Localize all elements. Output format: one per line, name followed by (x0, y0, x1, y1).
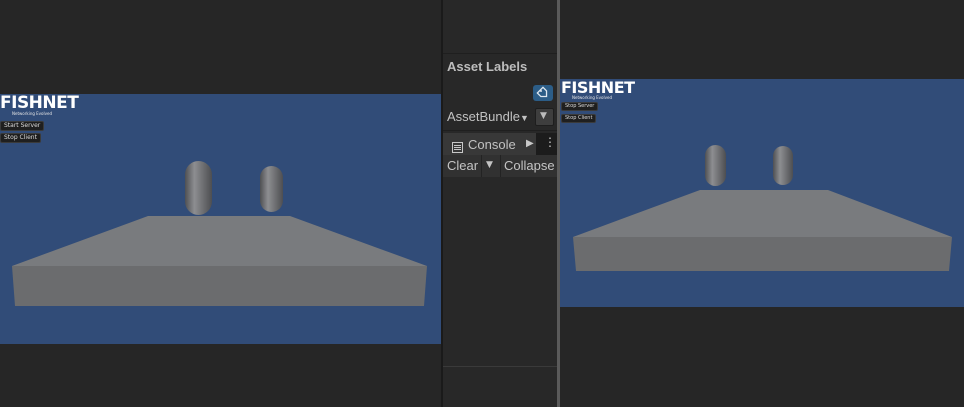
logo-tagline: Networking Evolved (12, 111, 52, 116)
tag-icon[interactable] (533, 85, 553, 101)
right-top-bar (560, 0, 964, 79)
stop-client-button[interactable]: Stop Client (561, 114, 597, 123)
player-capsule (773, 146, 793, 185)
start-server-button[interactable]: Start Server (0, 121, 45, 131)
player-capsule (260, 166, 283, 212)
clear-button[interactable]: Clear (447, 158, 478, 173)
platform-front (573, 237, 952, 271)
stop-client-button[interactable]: Stop Client (0, 133, 41, 143)
header-separator (443, 53, 557, 54)
right-scene (573, 145, 952, 271)
tab-menu-button[interactable]: ⋮ (536, 133, 557, 155)
right-game-view[interactable]: FISHNET Networking Evolved Stop Server S… (560, 79, 964, 307)
clear-options-chevron[interactable]: ▼ (481, 155, 501, 177)
console-icon (452, 138, 463, 153)
console-log-area (443, 177, 557, 365)
more-vertical-icon: ⋮ (544, 135, 556, 149)
inspector-panel: Asset Labels AssetBundle▼ ▼ Console ▶ ⋮ … (443, 0, 557, 407)
asset-bundle-dropdown[interactable]: AssetBundle▼ (447, 109, 529, 124)
section-separator (443, 130, 557, 131)
chevron-down-icon: ▼ (486, 160, 493, 170)
console-bottom-separator (443, 366, 557, 367)
right-bottom-bar (560, 307, 964, 407)
chevron-down-icon: ▼ (520, 113, 529, 123)
left-top-bar (0, 0, 441, 94)
left-game-view[interactable]: FISHNET Networking Evolved Start Server … (0, 94, 441, 344)
stop-server-button[interactable]: Stop Server (561, 102, 599, 111)
asset-variant-dropdown-button[interactable]: ▼ (535, 108, 554, 126)
left-scene (12, 161, 427, 306)
platform-front (12, 266, 427, 306)
chevron-down-icon: ▼ (540, 111, 547, 121)
fishnet-logo: FISHNET (0, 94, 79, 113)
console-tab-label: Console (468, 137, 516, 152)
logo-tagline: Networking Evolved (572, 95, 612, 100)
asset-bundle-label: AssetBundle (447, 109, 520, 124)
platform-top (12, 216, 427, 266)
play-arrow-icon[interactable]: ▶ (526, 138, 534, 149)
tab-console[interactable]: Console ▶ (443, 133, 536, 155)
left-bottom-bar (0, 344, 441, 407)
fishnet-logo: FISHNET (561, 79, 635, 97)
player-capsule (705, 145, 726, 186)
platform-top (573, 190, 952, 237)
collapse-button[interactable]: Collapse (504, 158, 555, 173)
player-capsule (185, 161, 212, 215)
console-toolbar: Clear ▼ Collapse (443, 155, 557, 177)
asset-labels-title: Asset Labels (447, 59, 528, 74)
